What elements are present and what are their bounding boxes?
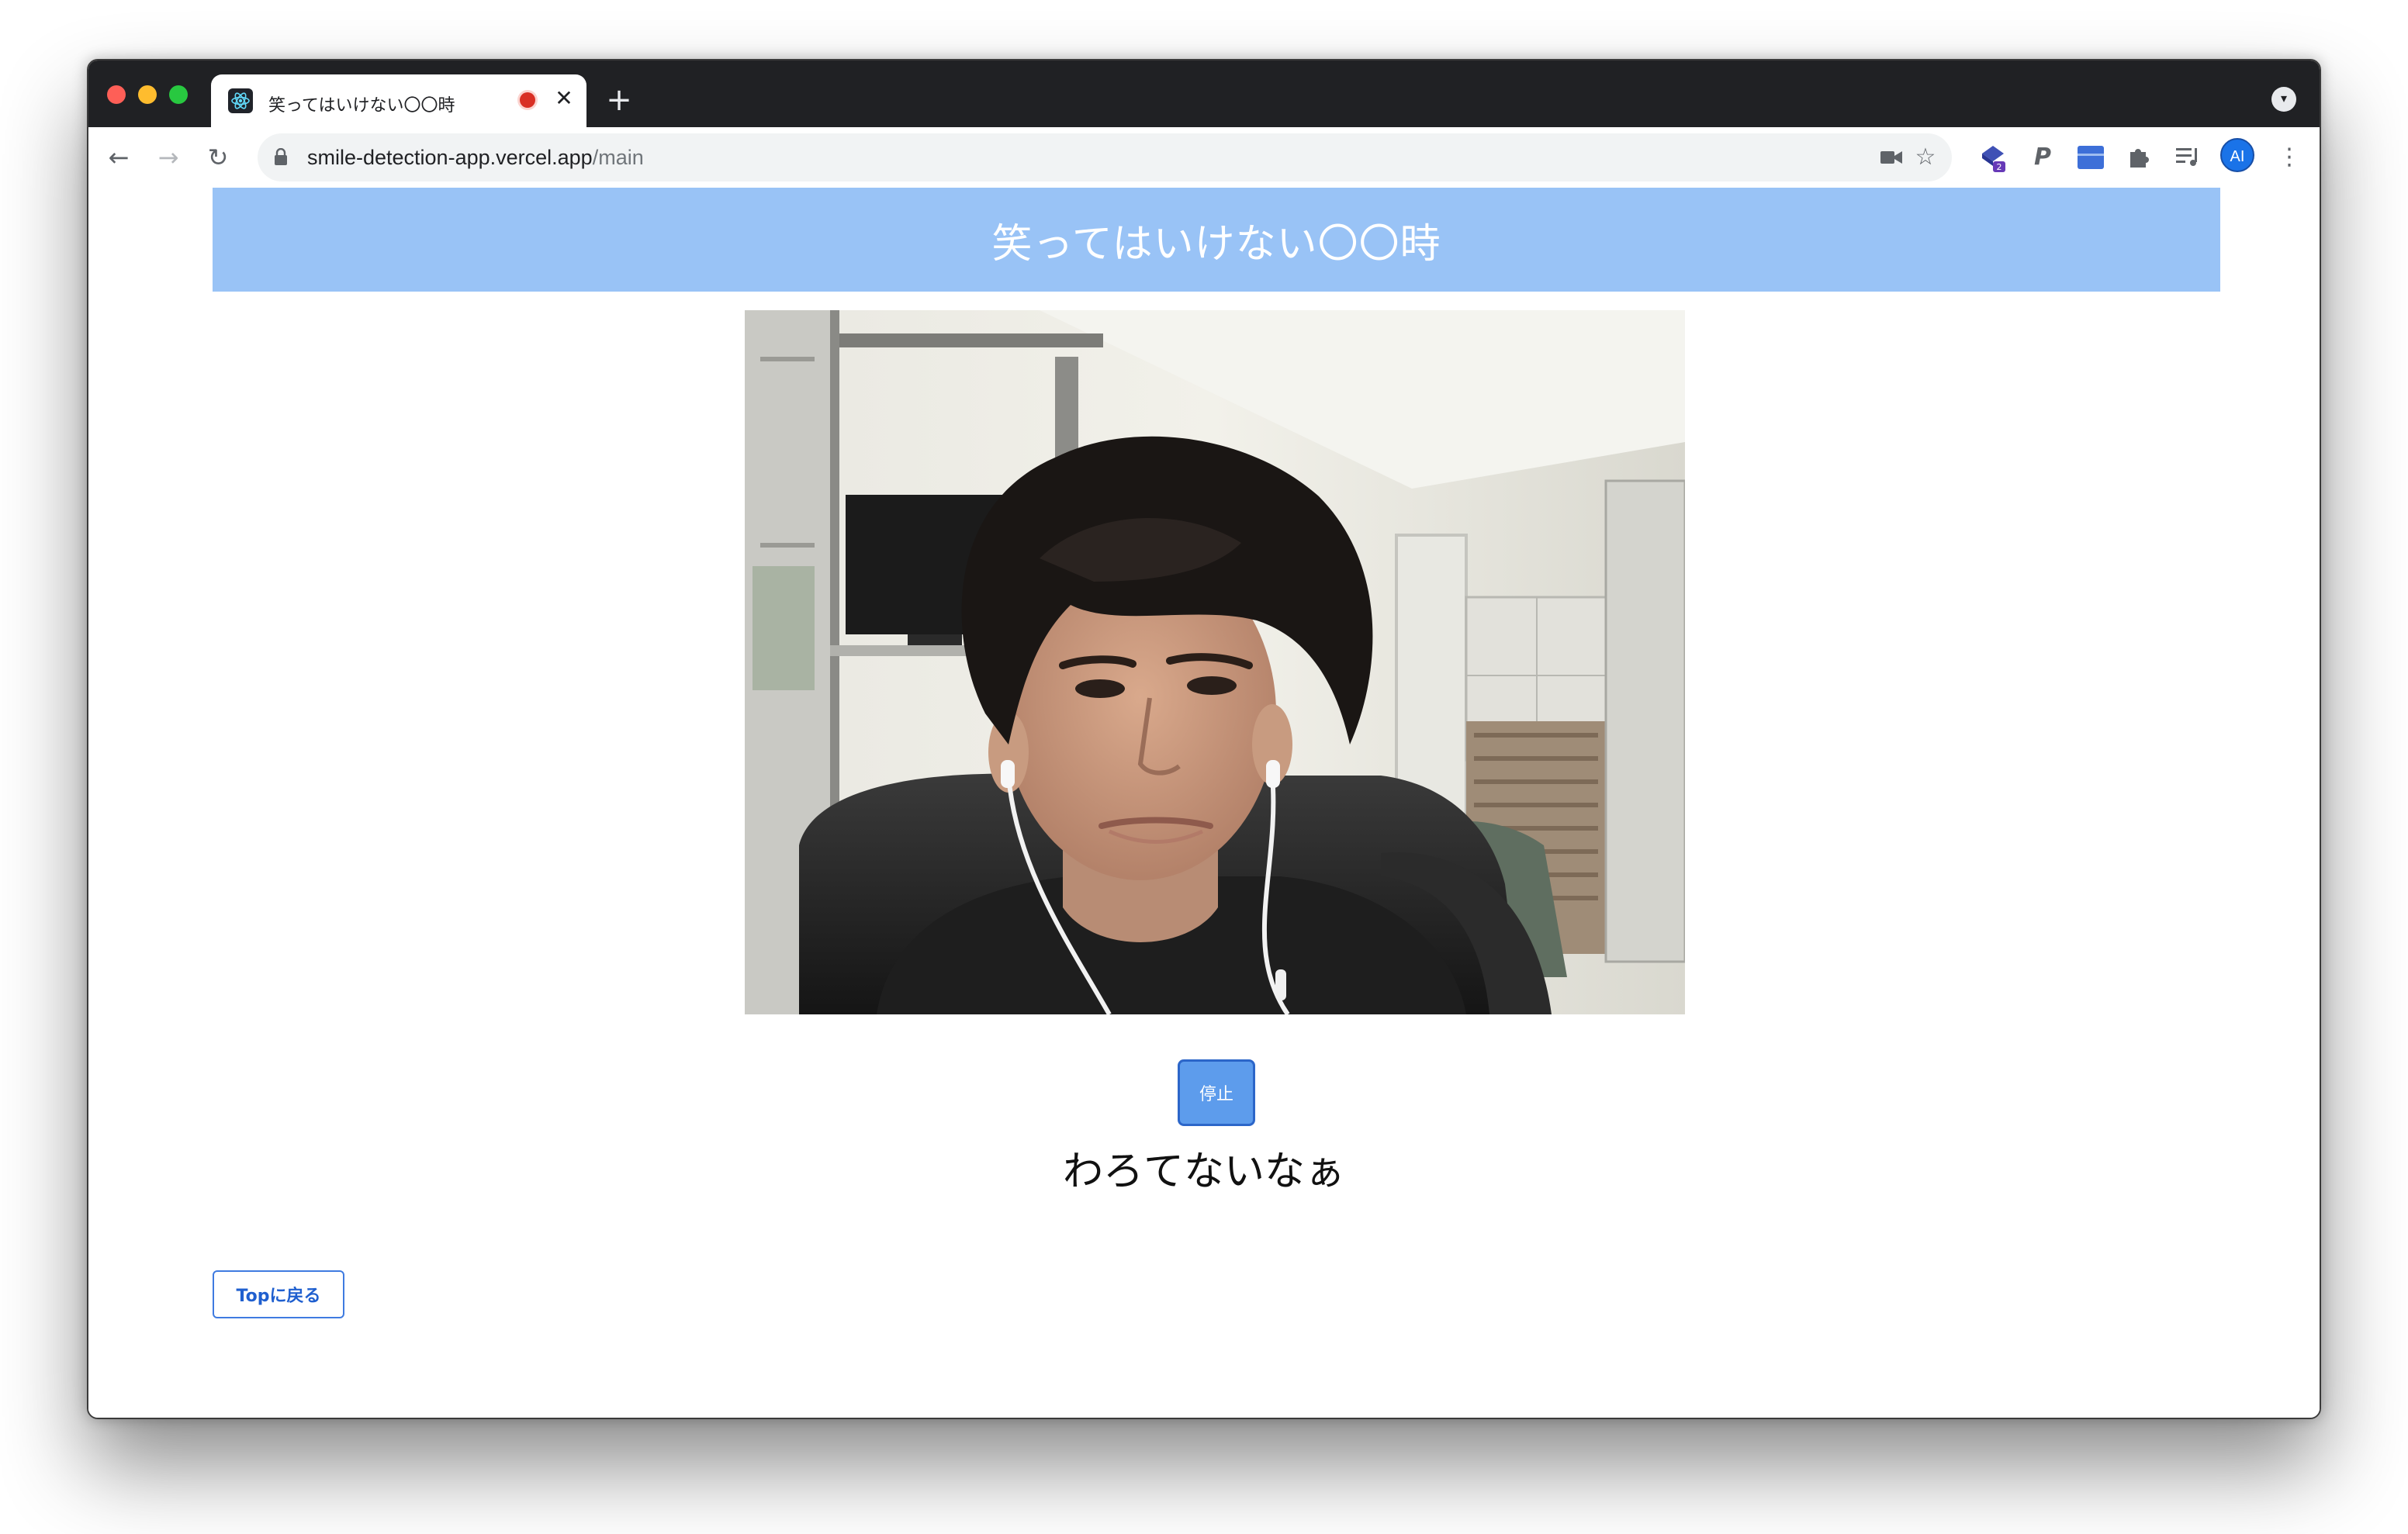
- zoom-window-button[interactable]: [169, 85, 188, 104]
- extension-badge-count: 2: [1997, 162, 2002, 172]
- menu-icon[interactable]: ⋮: [2273, 141, 2306, 174]
- url-text: smile-detection-app.vercel.app/main: [307, 146, 644, 170]
- back-to-top-button[interactable]: Topに戻る: [213, 1270, 344, 1318]
- new-tab-button[interactable]: +: [600, 82, 638, 119]
- url-path: /main: [592, 146, 644, 169]
- media-queue-icon[interactable]: [2172, 141, 2205, 174]
- browser-window: 笑ってはいけない〇〇時 ✕ + ▾ ← → ↻ smile-detection-…: [87, 59, 2321, 1419]
- url-domain: smile-detection-app.vercel.app: [307, 146, 593, 169]
- star-icon[interactable]: ☆: [1910, 142, 1941, 173]
- extension-icon[interactable]: [2074, 141, 2107, 174]
- stop-button[interactable]: 停止: [1178, 1059, 1255, 1126]
- close-window-button[interactable]: [107, 85, 126, 104]
- forward-button[interactable]: →: [152, 141, 185, 174]
- back-button[interactable]: ←: [102, 141, 135, 174]
- tab-title: 笑ってはいけない〇〇時: [268, 96, 455, 116]
- tab-strip: 笑ってはいけない〇〇時 ✕ + ▾: [88, 60, 2320, 129]
- react-favicon-icon: [228, 88, 253, 113]
- webcam-video: [745, 310, 1685, 1014]
- browser-toolbar: ← → ↻ smile-detection-app.vercel.app/mai…: [88, 127, 2320, 189]
- page-title: 笑ってはいけない〇〇時: [991, 220, 1441, 268]
- extension-icon[interactable]: 2: [1977, 141, 2009, 174]
- address-bar[interactable]: smile-detection-app.vercel.app/main ☆: [258, 133, 1952, 181]
- avatar[interactable]: AI: [2220, 138, 2254, 172]
- recording-indicator-icon: [520, 92, 535, 108]
- minimize-window-button[interactable]: [138, 85, 157, 104]
- app-header: 笑ってはいけない〇〇時: [213, 188, 2220, 292]
- puzzle-icon[interactable]: [2123, 141, 2155, 174]
- browser-tab[interactable]: 笑ってはいけない〇〇時 ✕: [211, 74, 586, 129]
- paypal-icon[interactable]: P: [2026, 141, 2059, 174]
- tab-search-icon[interactable]: ▾: [2271, 87, 2296, 112]
- page-content: 笑ってはいけない〇〇時 停止 わろてないなぁ Topに戻る: [88, 188, 2320, 1418]
- smile-status-text: わろてないなぁ: [1062, 1149, 1345, 1195]
- camera-icon[interactable]: [1876, 142, 1907, 173]
- tab-close-icon[interactable]: ✕: [551, 85, 577, 112]
- reload-button[interactable]: ↻: [202, 141, 234, 174]
- lock-icon: [275, 148, 287, 165]
